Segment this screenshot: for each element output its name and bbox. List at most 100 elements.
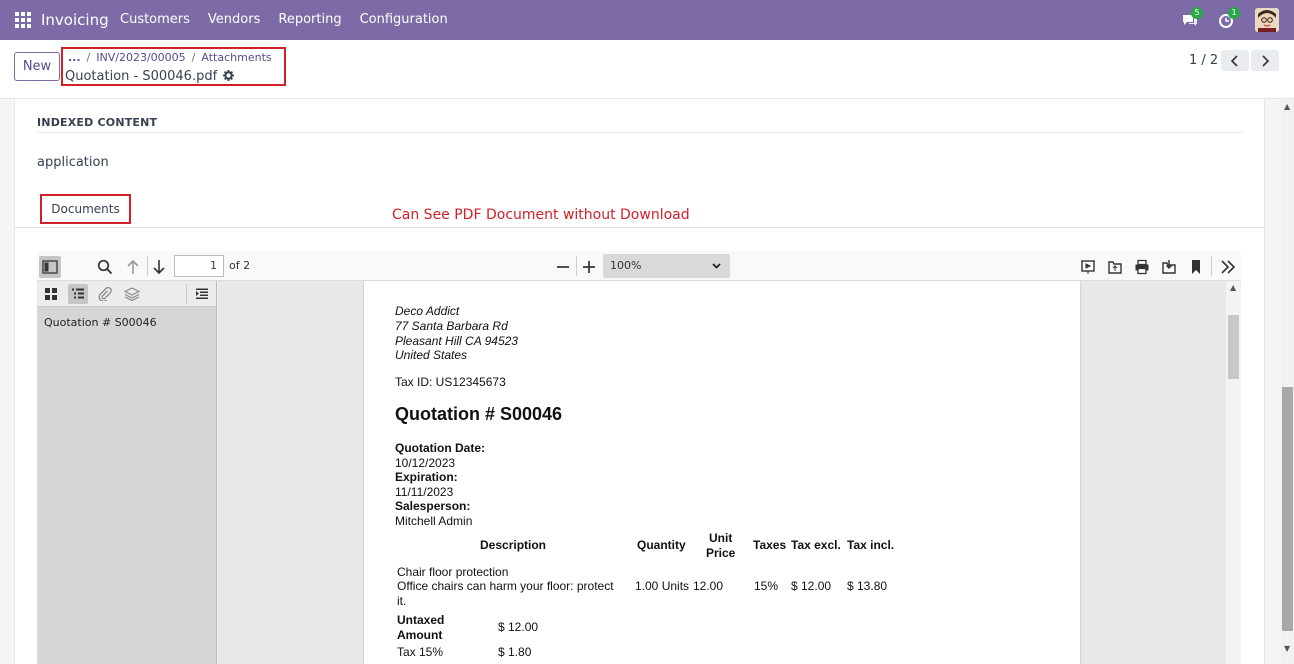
line-description: Office chairs can harm your floor: prote… — [397, 579, 614, 593]
chevron-left-icon — [1231, 54, 1238, 67]
line-product-name: Chair floor protection — [397, 565, 509, 579]
activity-clock-icon[interactable]: 1 — [1218, 7, 1240, 29]
line-description: it. — [397, 594, 407, 608]
address-line: Pleasant Hill CA 94523 — [395, 334, 518, 348]
app-name[interactable]: Invoicing — [41, 11, 109, 29]
chevron-down-icon — [712, 263, 721, 269]
tax-value: $ 1.80 — [498, 645, 532, 659]
breadcrumb-attachments[interactable]: Attachments — [201, 51, 271, 64]
thumbnails-icon[interactable] — [41, 284, 61, 304]
activity-badge: 1 — [1228, 7, 1240, 19]
address-line: Deco Addict — [395, 304, 460, 318]
breadcrumb: ... / INV/2023/00005/Attachments Quotation… — [61, 47, 286, 86]
scroll-up-arrow-icon[interactable]: ▲ — [1284, 102, 1290, 111]
indexed-content-title: INDEXED CONTENT — [37, 116, 158, 129]
print-icon[interactable] — [1131, 256, 1153, 278]
col-taxes: Taxes — [753, 538, 787, 552]
chevron-right-icon — [1262, 54, 1269, 67]
pdf-sidebar: Quotation # S00046 — [37, 281, 217, 664]
line-tax-incl: $ 13.80 — [847, 579, 888, 593]
scroll-up-arrow-icon[interactable]: ▲ — [1230, 283, 1236, 292]
top-navbar: Invoicing Customers Vendors Reporting Co… — [0, 0, 1294, 40]
salesperson-label: Salesperson: — [395, 499, 471, 513]
attachments-icon[interactable] — [95, 284, 115, 304]
control-panel: New ... / INV/2023/00005/Attachments Quota… — [0, 40, 1294, 99]
tax-label: Tax 15% — [397, 645, 444, 659]
sidebar-toggle-icon[interactable] — [39, 256, 61, 278]
outline-item[interactable]: Quotation # S00046 — [44, 316, 157, 329]
page-scrollbar[interactable]: ▲ ▼ — [1281, 99, 1294, 664]
next-page-icon[interactable] — [148, 256, 170, 278]
zoom-select[interactable]: 100% — [603, 254, 730, 278]
breadcrumb-current: Quotation - S00046.pdf — [65, 69, 218, 84]
address-line: United States — [395, 348, 468, 362]
col-tax-incl: Tax incl. — [847, 538, 895, 552]
form-sheet: INDEXED CONTENT application Documents Ca… — [14, 99, 1265, 664]
apps-menu-icon[interactable] — [15, 12, 31, 28]
previous-page-icon[interactable] — [122, 256, 144, 278]
breadcrumb-ellipsis[interactable]: ... — [68, 51, 81, 64]
chat-badge: 5 — [1191, 7, 1203, 19]
section-divider — [37, 132, 1243, 133]
pdf-document-area: Deco Addict 77 Santa Barbara Rd Pleasant… — [218, 281, 1241, 664]
col-unit-price: Price — [706, 546, 736, 560]
menu-configuration[interactable]: Configuration — [360, 12, 448, 27]
scroll-down-arrow-icon[interactable]: ▼ — [1284, 644, 1290, 653]
pdf-scrollbar-thumb[interactable] — [1228, 315, 1239, 379]
outline-icon[interactable] — [68, 284, 88, 304]
line-quantity: 1.00 Units — [635, 579, 690, 593]
page-scrollbar-thumb[interactable] — [1282, 387, 1293, 631]
tabs-divider — [15, 227, 1264, 228]
gear-icon[interactable] — [223, 70, 235, 85]
zoom-value: 100% — [610, 259, 642, 272]
page-count: of 2 — [229, 259, 251, 272]
pdf-viewer: 1 of 2 100% Quotation # S00046 Deco Addi… — [37, 251, 1241, 664]
new-button[interactable]: New — [14, 52, 60, 81]
form-view: INDEXED CONTENT application Documents Ca… — [0, 99, 1281, 664]
presentation-mode-icon[interactable] — [1077, 256, 1099, 278]
zoom-out-icon[interactable] — [552, 256, 574, 278]
tab-documents[interactable]: Documents — [40, 194, 131, 224]
address-line: 77 Santa Barbara Rd — [395, 319, 508, 333]
user-avatar[interactable] — [1255, 8, 1279, 32]
tools-menu-icon[interactable] — [1217, 256, 1239, 278]
chat-icon[interactable]: 5 — [1181, 7, 1203, 29]
col-description: Description — [480, 538, 547, 552]
pdf-toolbar: 1 of 2 100% — [37, 251, 1241, 281]
col-tax-excl: Tax excl. — [791, 538, 841, 552]
line-unit-price: 12.00 — [693, 579, 724, 593]
sidebar-toolbar — [37, 281, 216, 307]
quotation-date: 10/12/2023 — [395, 456, 456, 470]
page-number-input[interactable]: 1 — [174, 255, 224, 277]
salesperson: Mitchell Admin — [395, 514, 473, 528]
menu-vendors[interactable]: Vendors — [208, 12, 260, 27]
main-menu: Customers Vendors Reporting Configuratio… — [120, 12, 448, 27]
tax-id: Tax ID: US12345673 — [395, 375, 506, 389]
open-file-icon[interactable] — [1104, 256, 1126, 278]
menu-reporting[interactable]: Reporting — [278, 12, 341, 27]
zoom-in-icon[interactable] — [578, 256, 600, 278]
line-taxes: 15% — [754, 579, 779, 593]
quotation-heading: Quotation # S00046 — [395, 404, 563, 424]
untaxed-label: Untaxed — [397, 613, 445, 627]
indexed-content-value: application — [37, 155, 109, 170]
pager-next-button[interactable] — [1251, 50, 1279, 71]
annotation-text: Can See PDF Document without Download — [392, 207, 690, 223]
download-icon[interactable] — [1158, 256, 1180, 278]
pager-previous-button[interactable] — [1221, 50, 1249, 71]
untaxed-label: Amount — [397, 628, 443, 642]
col-quantity: Quantity — [637, 538, 686, 552]
expiration-label: Expiration: — [395, 470, 458, 484]
menu-customers[interactable]: Customers — [120, 12, 190, 27]
bookmark-icon[interactable] — [1185, 256, 1207, 278]
breadcrumb-invoice[interactable]: INV/2023/00005 — [96, 51, 185, 64]
pager-value[interactable]: 1 / 2 — [1189, 53, 1218, 68]
line-tax-excl: $ 12.00 — [791, 579, 832, 593]
pdf-scrollbar[interactable]: ▲ — [1226, 281, 1241, 664]
col-unit-price: Unit — [709, 531, 733, 545]
current-outline-item-icon[interactable] — [192, 284, 212, 304]
untaxed-value: $ 12.00 — [498, 620, 539, 634]
expiration-date: 11/11/2023 — [395, 485, 454, 499]
search-icon[interactable] — [94, 256, 116, 278]
layers-icon[interactable] — [122, 284, 142, 304]
